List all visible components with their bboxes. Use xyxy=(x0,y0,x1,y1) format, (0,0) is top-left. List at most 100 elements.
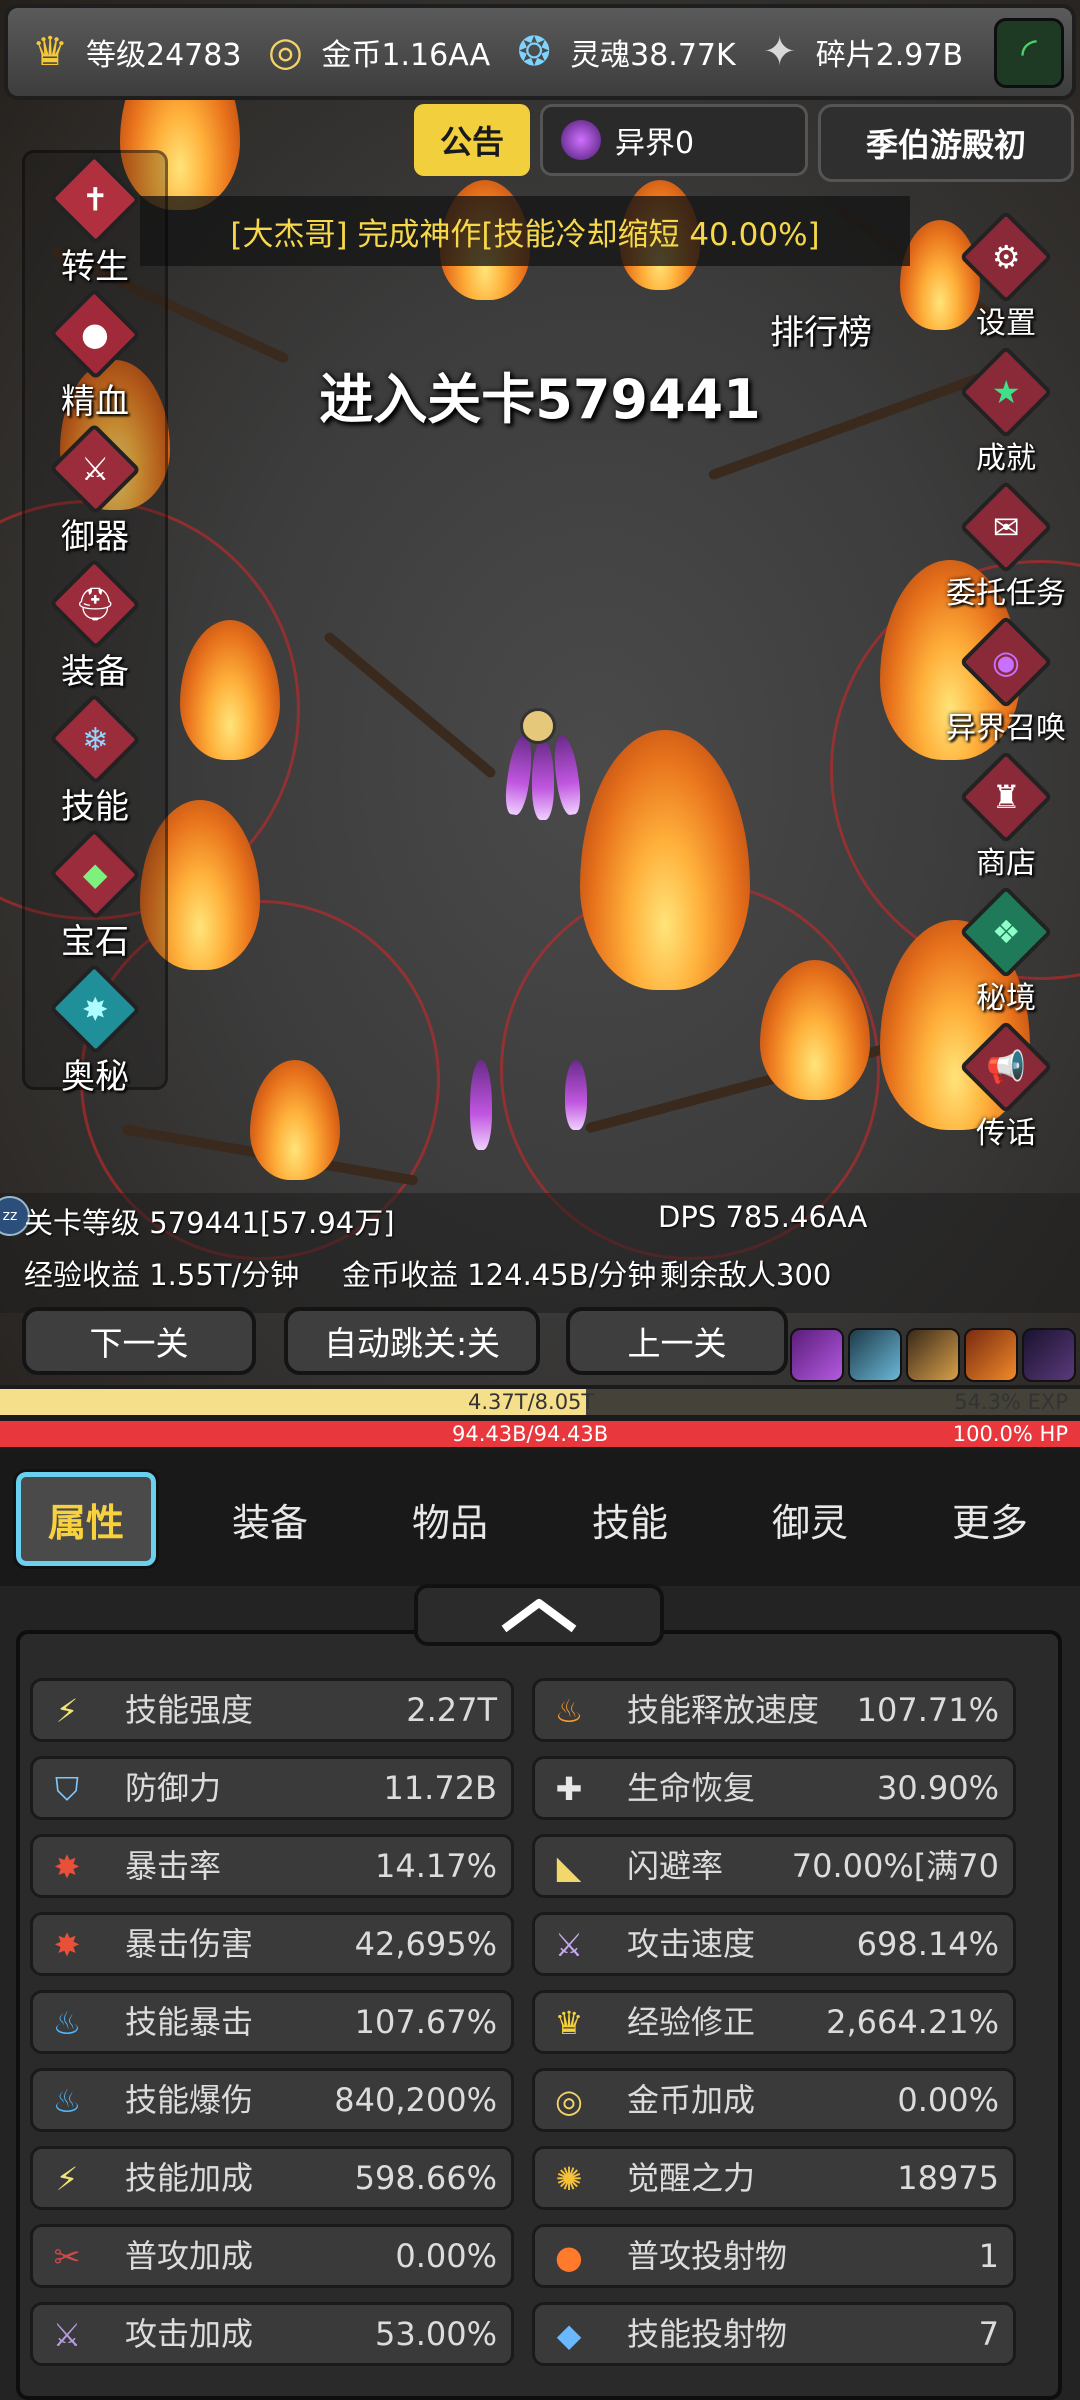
tab-skills[interactable]: 技能 xyxy=(560,1472,700,1566)
vortex-icon: ◉ xyxy=(959,615,1053,709)
attribute-value: 70.00%[满70 xyxy=(791,1847,999,1885)
skill-slot-4-icon[interactable] xyxy=(964,1328,1018,1382)
attribute-value: 107.67% xyxy=(354,2003,497,2041)
prev-stage-button[interactable]: 上一关 xyxy=(566,1307,788,1375)
attribute-row: ⚡ 技能强度 2.27T xyxy=(30,1678,514,1742)
otherworld-button[interactable]: 异界0 xyxy=(540,104,808,176)
attribute-label: 防御力 xyxy=(125,1769,222,1807)
attribute-label: 技能投射物 xyxy=(627,2315,788,2353)
resource-bar: ♛ 等级24783 ◎ 金币1.16AA ❂ 灵魂38.77K ✦ 碎片2.97… xyxy=(4,4,1076,100)
menu-summon[interactable]: ◉ 异界召唤 xyxy=(936,615,1076,750)
shield-icon: ⛉ xyxy=(54,1769,79,1808)
attribute-row: ◣ 闪避率 70.00%[满70 xyxy=(532,1834,1016,1898)
attribute-label: 经验修正 xyxy=(627,2003,756,2041)
signal-icon: ◜ xyxy=(1021,30,1037,76)
attribute-row: ✚ 生命恢复 30.90% xyxy=(532,1756,1016,1820)
attribute-list[interactable]: ⚡ 技能强度 2.27T ⛉ 防御力 11.72B ✸ 暴击率 14.17% ✸ 暴击伤害 42,69… xyxy=(16,1630,1062,2400)
attribute-label: 暴击率 xyxy=(125,1847,222,1885)
soul-flame-icon: ❂ xyxy=(517,29,551,75)
tab-attributes[interactable]: 属性 xyxy=(13,1469,159,1569)
menu-secret-realm[interactable]: ❖ 秘境 xyxy=(936,885,1076,1020)
menu-arcana[interactable]: ✸ 奥秘 xyxy=(25,963,165,1098)
attribute-value: 0.00% xyxy=(395,2237,497,2275)
menu-skills[interactable]: ❄ 技能 xyxy=(25,693,165,828)
level-resource: ♛ 等级24783 xyxy=(22,24,241,80)
attribute-label: 普攻投射物 xyxy=(627,2237,788,2275)
tab-more[interactable]: 更多 xyxy=(920,1472,1060,1566)
next-stage-button[interactable]: 下一关 xyxy=(22,1307,256,1375)
attribute-label: 攻击加成 xyxy=(125,2315,254,2353)
blue-orb-icon: ◆ xyxy=(556,2316,582,2354)
attribute-value: 18975 xyxy=(897,2159,999,2197)
sword-icon: ⚔ xyxy=(52,2316,82,2354)
crown-icon: ♛ xyxy=(554,2004,584,2042)
slash-icon: ✂ xyxy=(53,2238,81,2276)
player-name-button[interactable]: 季伯游殿初 xyxy=(818,104,1074,182)
attribute-row: ● 普攻投射物 1 xyxy=(532,2224,1016,2288)
hp-bar: 94.43B/94.43B 100.0% HP xyxy=(0,1421,1080,1447)
attribute-row: ✺ 觉醒之力 18975 xyxy=(532,2146,1016,2210)
ranking-button[interactable]: 排行榜 xyxy=(770,305,872,354)
attribute-label: 技能加成 xyxy=(125,2159,254,2197)
portal-icon: ❖ xyxy=(959,885,1053,979)
attribute-label: 暴击伤害 xyxy=(125,1925,254,1963)
soul-resource: ❂ 灵魂38.77K xyxy=(506,24,735,80)
gold-resource: ◎ 金币1.16AA xyxy=(257,24,490,80)
rebirth-cross-icon: ✝ xyxy=(49,153,141,245)
exp-bar: 4.37T/8.05T 54.3% EXP xyxy=(0,1389,1080,1415)
hp-bar-value: 94.43B/94.43B xyxy=(452,1422,609,1446)
attribute-value: 7 xyxy=(978,2315,999,2353)
tab-items[interactable]: 物品 xyxy=(380,1472,520,1566)
crit-icon: ✸ xyxy=(53,1926,81,1964)
stage-level: 关卡等级 579441[57.94万] xyxy=(24,1206,395,1240)
tab-spirits[interactable]: 御灵 xyxy=(740,1472,880,1566)
attribute-row: ♨ 技能爆伤 840,200% xyxy=(30,2068,514,2132)
menu-message[interactable]: 📢 传话 xyxy=(936,1020,1076,1155)
fire-icon: ♨ xyxy=(554,1692,584,1730)
cross-icon: ✚ xyxy=(555,1770,583,1808)
menu-achievements[interactable]: ★ 成就 xyxy=(936,345,1076,480)
attribute-label: 觉醒之力 xyxy=(627,2159,756,2197)
menu-artifact[interactable]: ⚔ 御器 xyxy=(25,423,165,558)
attribute-value: 107.71% xyxy=(856,1691,999,1729)
attribute-value: 698.14% xyxy=(856,1925,999,1963)
boot-icon: ◣ xyxy=(556,1848,582,1886)
fireball-icon: ● xyxy=(555,2238,583,2276)
network-signal-button[interactable]: ◜ xyxy=(994,18,1064,88)
exp-income: 经验收益 1.55T/分钟 xyxy=(24,1258,300,1292)
gear-icon: ⚙ xyxy=(959,210,1053,304)
menu-shop[interactable]: ♜ 商店 xyxy=(936,750,1076,885)
attribute-value: 30.90% xyxy=(876,1769,999,1807)
attribute-row: ⚔ 攻击加成 53.00% xyxy=(30,2302,514,2366)
dps-value: DPS 785.46AA xyxy=(658,1200,868,1234)
attribute-label: 生命恢复 xyxy=(627,1769,756,1807)
tab-bar: 属性 装备 物品 技能 御灵 更多 xyxy=(0,1452,1080,1586)
skill-slot-3-icon[interactable] xyxy=(906,1328,960,1382)
menu-settings[interactable]: ⚙ 设置 xyxy=(936,210,1076,345)
menu-commissions[interactable]: ✉ 委托任务 xyxy=(936,480,1076,615)
skill-slot-2-icon[interactable] xyxy=(848,1328,902,1382)
collapse-panel-button[interactable] xyxy=(414,1584,664,1646)
sun-icon: ✺ xyxy=(555,2160,583,2198)
exp-bar-value: 4.37T/8.05T xyxy=(468,1390,595,1414)
blood-essence-icon: ● xyxy=(49,288,141,380)
attribute-label: 金币加成 xyxy=(627,2081,756,2119)
skill-slot-5-icon[interactable] xyxy=(1022,1328,1076,1382)
level-value: 等级24783 xyxy=(86,38,242,73)
exp-bar-percent: 54.3% EXP xyxy=(954,1390,1068,1414)
notice-button[interactable]: 公告 xyxy=(414,104,530,176)
menu-equipment[interactable]: ⛑ 装备 xyxy=(25,558,165,693)
blue-flame-icon: ♨ xyxy=(52,2082,82,2120)
tab-equipment[interactable]: 装备 xyxy=(200,1472,340,1566)
fragment-value: 碎片2.97B xyxy=(815,38,964,73)
player-character xyxy=(520,708,556,744)
attribute-row: ◎ 金币加成 0.00% xyxy=(532,2068,1016,2132)
menu-gems[interactable]: ◆ 宝石 xyxy=(25,828,165,963)
vortex-icon xyxy=(561,120,601,160)
fragment-resource: ✦ 碎片2.97B xyxy=(752,24,963,80)
menu-rebirth[interactable]: ✝ 转生 xyxy=(25,153,165,288)
skill-slot-1-icon[interactable] xyxy=(790,1328,844,1382)
auto-skip-toggle[interactable]: 自动跳关:关 xyxy=(284,1307,540,1375)
menu-essence[interactable]: ● 精血 xyxy=(25,288,165,423)
star-icon: ★ xyxy=(959,345,1053,439)
